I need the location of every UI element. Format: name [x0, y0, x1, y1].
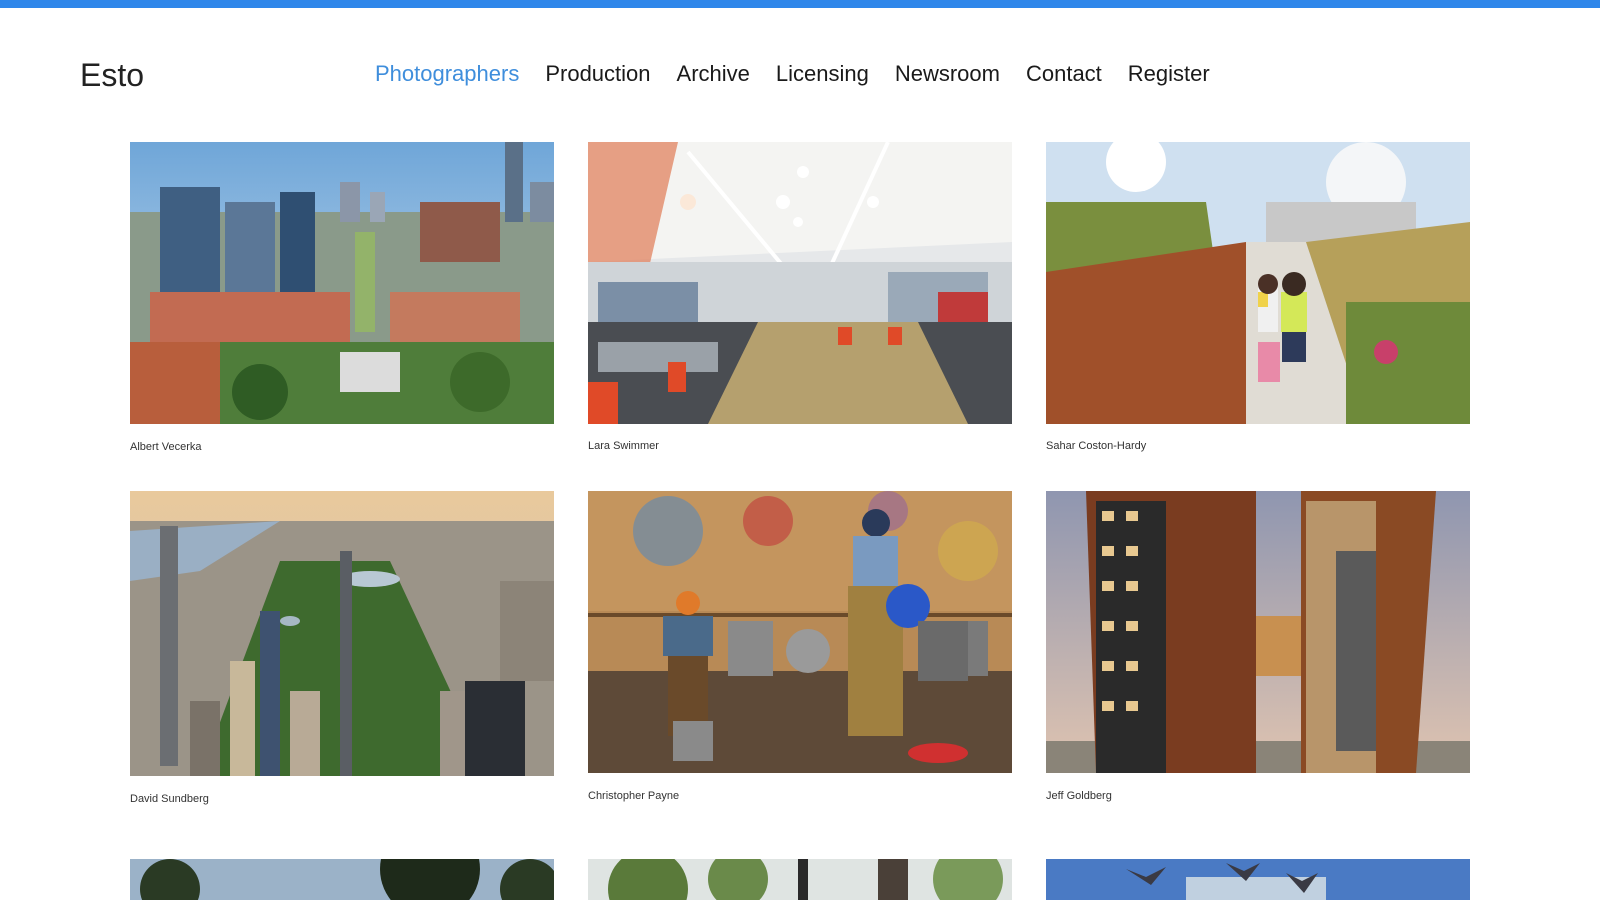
- photographer-card[interactable]: [588, 859, 1012, 900]
- photographer-card[interactable]: Jeff Goldberg: [1046, 491, 1470, 802]
- photographer-name[interactable]: Jeff Goldberg: [1046, 789, 1112, 803]
- photographer-card[interactable]: David Sundberg: [130, 491, 554, 805]
- photo-trees-sky[interactable]: [130, 859, 554, 900]
- photographer-name[interactable]: Lara Swimmer: [588, 439, 659, 453]
- photo-library-interior[interactable]: [588, 142, 1012, 424]
- photographer-name[interactable]: Sahar Coston-Hardy: [1046, 439, 1146, 453]
- photographer-name[interactable]: Christopher Payne: [588, 789, 679, 803]
- photographer-card[interactable]: Albert Vecerka: [130, 142, 554, 453]
- photographer-name[interactable]: Albert Vecerka: [130, 440, 202, 454]
- photo-copper-towers[interactable]: [1046, 491, 1470, 773]
- photographer-card[interactable]: [1046, 859, 1470, 900]
- photographer-card[interactable]: Christopher Payne: [588, 491, 1012, 802]
- photo-paint-workshop[interactable]: [588, 491, 1012, 773]
- photo-campus-aerial[interactable]: [130, 142, 554, 424]
- photo-park-trees[interactable]: [588, 859, 1012, 900]
- photographer-card[interactable]: Sahar Coston-Hardy: [1046, 142, 1470, 452]
- photographer-card[interactable]: [130, 859, 554, 900]
- photographer-grid: Albert Vecerka Lara Swimmer Sahar Coston…: [0, 0, 1600, 900]
- photo-rooftop-garden[interactable]: [1046, 142, 1470, 424]
- photographer-card[interactable]: Lara Swimmer: [588, 142, 1012, 452]
- photo-building-birds[interactable]: [1046, 859, 1470, 900]
- photographer-name[interactable]: David Sundberg: [130, 792, 209, 806]
- photo-central-park-aerial[interactable]: [130, 491, 554, 776]
